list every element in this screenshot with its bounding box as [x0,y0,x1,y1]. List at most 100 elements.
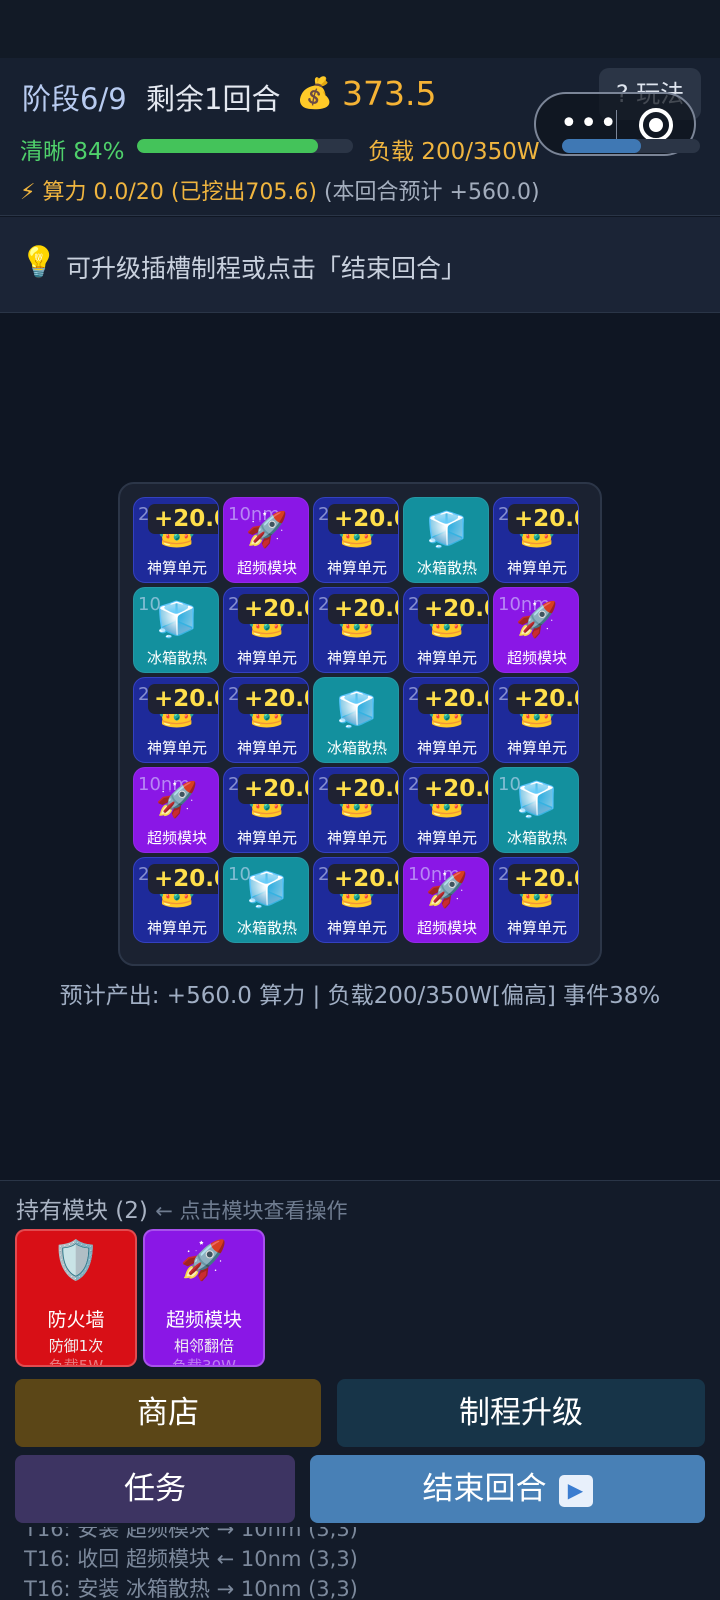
grid-slot[interactable]: 2👑+20.0神算单元 [493,497,579,583]
slot-module-name: 神算单元 [236,649,297,667]
slot-module-name: 神算单元 [326,919,387,937]
bottom-panel: 持有模块 (2) ← 点击模块查看操作 🛡️ 防火墙 防御1次 负载5W 🚀 超… [0,1180,720,1600]
shield-icon: 🛡️ [52,1238,100,1282]
close-target-icon[interactable] [639,108,673,142]
grid-slot[interactable]: 10 🧊 冰箱散热 [493,767,579,853]
task-button[interactable]: 任务 [15,1455,295,1523]
output-badge: +20.0 [148,504,218,534]
output-badge: +20.0 [508,504,578,534]
grid-slot[interactable]: 2👑+20.0神算单元 [313,497,399,583]
holdings-header: 持有模块 (2) ← 点击模块查看操作 [16,1191,347,1225]
output-badge: +20.0 [328,774,398,804]
grid-slot[interactable]: 2👑+20.0神算单元 [403,587,489,673]
slot-module-name: 神算单元 [326,559,387,577]
hint-text: 可升级插槽制程或点击「结束回合」 [66,254,467,283]
module-desc: 相邻翻倍 [173,1337,234,1355]
module-load: 负载5W [48,1357,104,1367]
grid-slot[interactable]: 🧊 冰箱散热 [313,677,399,763]
module-name: 防火墙 [47,1309,105,1331]
grid-slot[interactable]: 2👑+20.0神算单元 [403,677,489,763]
grid-slot[interactable]: 2👑+20.0神算单元 [313,587,399,673]
output-badge: +20.0 [238,684,308,714]
slot-module-name: 神算单元 [506,739,567,757]
ice-cube-icon: 🧊 [155,600,199,640]
grid-slot[interactable]: 2👑+20.0神算单元 [493,677,579,763]
grid-slot[interactable]: 2👑+20.0神算单元 [313,857,399,943]
slot-module-name: 神算单元 [506,919,567,937]
grid-slot[interactable]: 2👑+20.0神算单元 [133,497,219,583]
slot-module-name: 冰箱散热 [146,649,207,667]
output-badge: +20.0 [508,864,578,894]
process-upgrade-button[interactable]: 制程升级 [337,1379,705,1447]
slot-module-name: 冰箱散热 [236,919,297,937]
slot-module-name: 神算单元 [416,649,477,667]
module-card-overclock[interactable]: 🚀 超频模块 相邻翻倍 负载30W [143,1229,265,1367]
end-turn-button[interactable]: 结束回合 ▶ [310,1455,705,1523]
clarity-bar-fill [137,139,319,153]
slot-module-name: 神算单元 [506,559,567,577]
output-badge: +20.0 [148,864,218,894]
output-badge: +20.0 [238,594,308,624]
module-desc: 防御1次 [48,1337,104,1355]
grid-slot[interactable]: 2👑+20.0神算单元 [313,767,399,853]
ice-cube-icon: 🧊 [245,870,289,910]
play-icon: ▶ [558,1474,593,1507]
grid-slot[interactable]: 2👑+20.0神算单元 [493,857,579,943]
ice-cube-icon: 🧊 [425,510,469,550]
slot-module-name: 冰箱散热 [416,559,477,577]
output-badge: +20.0 [328,864,398,894]
output-badge: +20.0 [418,684,488,714]
output-badge: +20.0 [148,684,218,714]
top-strip [0,0,720,58]
more-icon[interactable]: ••• [560,106,619,141]
grid-slot[interactable]: 2👑+20.0神算单元 [223,767,309,853]
slot-module-name: 超频模块 [236,559,297,577]
end-turn-label: 结束回合 [422,1471,547,1507]
module-load: 负载30W [172,1357,236,1367]
slot-module-name: 超频模块 [146,829,207,847]
rocket-icon: 🚀 [155,780,199,820]
output-badge: +20.0 [328,594,398,624]
rocket-icon: 🚀 [180,1238,228,1282]
slot-module-name: 神算单元 [236,739,297,757]
grid-slot[interactable]: 2👑+20.0神算单元 [403,767,489,853]
slot-module-name: 神算单元 [416,739,477,757]
shop-button[interactable]: 商店 [15,1379,321,1447]
rocket-icon: 🚀 [245,510,289,550]
lightbulb-icon: 💡 [20,245,58,280]
slot-module-name: 超频模块 [506,649,567,667]
slot-module-name: 神算单元 [146,919,207,937]
output-badge: +20.0 [418,594,488,624]
clarity-bar [137,139,353,153]
slot-module-name: 神算单元 [326,829,387,847]
grid-slot[interactable]: 10nm 🚀 超频模块 [403,857,489,943]
ice-cube-icon: 🧊 [515,780,559,820]
grid-slot[interactable]: 2👑+20.0神算单元 [133,857,219,943]
clarity-label: 清晰 84% [20,139,125,165]
event-log: T16: 安装 超频模块 → 10nm (3,3) T16: 收回 超频模块 ←… [24,1527,714,1599]
grid-slot[interactable]: 2👑+20.0神算单元 [223,587,309,673]
holdings-title: 持有模块 (2) [16,1198,148,1224]
compute-line: ⚡ 算力 0.0/20 (已挖出705.6) (本回合预计 +560.0) [20,174,540,206]
slot-module-name: 神算单元 [146,739,207,757]
capsule-divider [616,110,617,142]
slot-module-name: 冰箱散热 [506,829,567,847]
grid-slot[interactable]: 10nm 🚀 超频模块 [493,587,579,673]
holdings-subtitle: ← 点击模块查看操作 [155,1199,348,1223]
grid-slot[interactable]: 10 🧊 冰箱散热 [133,587,219,673]
grid-slot[interactable]: 10nm 🚀 超频模块 [133,767,219,853]
load-bar-fill [562,139,641,153]
slot-grid: 2👑+20.0神算单元10nm🚀超频模块2👑+20.0神算单元🧊冰箱散热2👑+2… [118,482,602,966]
grid-slot[interactable]: 10 🧊 冰箱散热 [223,857,309,943]
rocket-icon: 🚀 [425,870,469,910]
grid-slot[interactable]: 2👑+20.0神算单元 [133,677,219,763]
output-badge: +20.0 [508,684,578,714]
grid-slot[interactable]: 10nm 🚀 超频模块 [223,497,309,583]
load-bar [562,139,700,153]
grid-slot[interactable]: 🧊 冰箱散热 [403,497,489,583]
compute-forecast: (本回合预计 +560.0) [323,180,540,205]
load-label: 负载 200/350W [368,139,540,165]
log-line: T16: 安装 超频模块 → 10nm (3,3) [24,1527,358,1541]
grid-slot[interactable]: 2👑+20.0神算单元 [223,677,309,763]
module-card-firewall[interactable]: 🛡️ 防火墙 防御1次 负载5W [15,1229,137,1367]
